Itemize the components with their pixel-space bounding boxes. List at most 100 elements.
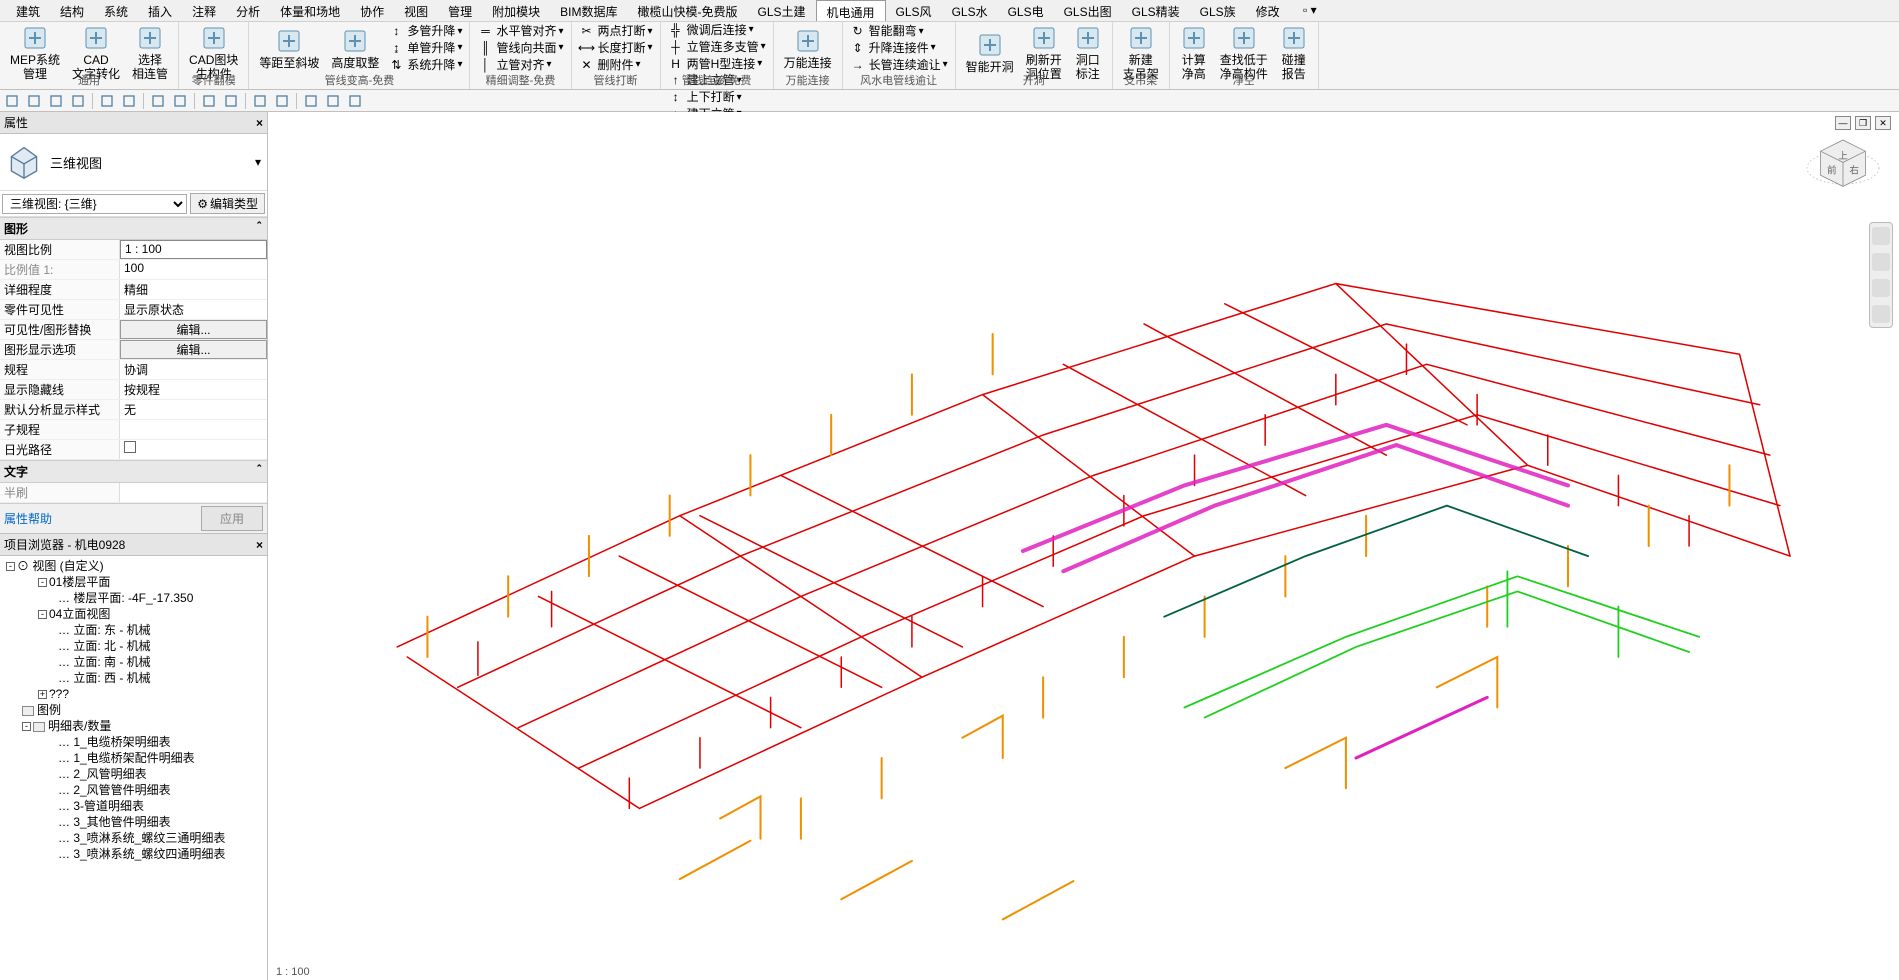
qat-hide-button[interactable]	[345, 92, 365, 110]
apply-button[interactable]: 应用	[201, 506, 263, 531]
qat-measure-button[interactable]	[97, 92, 117, 110]
menu-修改[interactable]: 修改	[1246, 0, 1290, 21]
height-button[interactable]: 高度取整	[325, 25, 385, 73]
menu-结构[interactable]: 结构	[50, 0, 94, 21]
multi-br-button[interactable]: ┼立管连多支管▾	[665, 39, 769, 56]
tree-root[interactable]: -⊙ 视图 (自定义)	[2, 558, 265, 574]
vert-align-button[interactable]: ║管线向共面▾	[474, 40, 566, 57]
smart-hole-button[interactable]: 智能开洞	[960, 29, 1020, 77]
menu-GLS出图[interactable]: GLS出图	[1054, 0, 1122, 21]
prop-value[interactable]: 100	[120, 260, 267, 279]
menu-GLS水[interactable]: GLS水	[942, 0, 998, 21]
element-type-box[interactable]: 三维视图 ▾	[0, 134, 267, 191]
prop-value[interactable]: 显示原状态	[120, 300, 267, 319]
menu-GLS族[interactable]: GLS族	[1190, 0, 1246, 21]
properties-help-link[interactable]: 属性帮助	[4, 510, 52, 527]
tree-leaf[interactable]: … 2_风管管件明细表	[2, 782, 265, 798]
prop-checkbox[interactable]	[120, 440, 267, 459]
nav-bar[interactable]	[1869, 222, 1893, 328]
prop-edit-button[interactable]: 编辑...	[120, 340, 267, 359]
len-br-button[interactable]: ⟷长度打断▾	[576, 40, 656, 57]
menu-体量和场地[interactable]: 体量和场地	[270, 0, 350, 21]
orbit-icon[interactable]	[1872, 305, 1890, 323]
tree-leaf[interactable]: … 3-管道明细表	[2, 798, 265, 814]
prop-value[interactable]: 协调	[120, 360, 267, 379]
menu-管理[interactable]: 管理	[438, 0, 482, 21]
qat-box-button[interactable]	[323, 92, 343, 110]
instance-selector[interactable]: 三维视图: {三维}	[2, 194, 187, 214]
menu-协作[interactable]: 协作	[350, 0, 394, 21]
tree-leaf[interactable]: … 3_其他管件明细表	[2, 814, 265, 830]
edit-type-button[interactable]: ⚙ 编辑类型	[190, 193, 265, 214]
multi-lift-button[interactable]: ↕多管升降▾	[385, 23, 465, 40]
viewcube[interactable]: 上 前 右	[1803, 124, 1883, 204]
collapse-icon[interactable]: -	[22, 722, 31, 731]
tree-leaf[interactable]: … 3_喷淋系统_螺纹三通明细表	[2, 830, 265, 846]
updown-v-button[interactable]: ↕上下打断▾	[665, 89, 769, 106]
menu-注释[interactable]: 注释	[182, 0, 226, 21]
qat-section-button[interactable]	[221, 92, 241, 110]
qat-grid-button[interactable]	[272, 92, 292, 110]
collapse-icon[interactable]: -	[38, 578, 47, 587]
menu-附加模块[interactable]: 附加模块	[482, 0, 550, 21]
close-icon[interactable]: ×	[256, 538, 263, 552]
menu-GLS精装[interactable]: GLS精装	[1122, 0, 1190, 21]
menu-overflow[interactable]: ▫ ▾	[1290, 0, 1327, 21]
eq-slope-button[interactable]: 等距至斜坡	[253, 25, 325, 73]
collapse-icon[interactable]: -	[6, 562, 15, 571]
fine-conn-button[interactable]: ╬微调后连接▾	[665, 22, 769, 39]
zoom-icon[interactable]	[1872, 279, 1890, 297]
prop-value[interactable]: 按规程	[120, 380, 267, 399]
menu-视图[interactable]: 视图	[394, 0, 438, 21]
qat-dim-button[interactable]	[148, 92, 168, 110]
tree-node[interactable]: 图例	[2, 702, 265, 718]
home-icon[interactable]	[1872, 227, 1890, 245]
qat-undo-button[interactable]	[46, 92, 66, 110]
collapse-icon[interactable]: -	[38, 610, 47, 619]
prop-category-图形[interactable]: 图形⌃	[0, 217, 267, 240]
tree-node[interactable]: -04立面视图	[2, 606, 265, 622]
chevron-down-icon[interactable]: ▾	[255, 155, 261, 169]
qat-filter-button[interactable]	[250, 92, 270, 110]
tree-leaf[interactable]: … 立面: 西 - 机械	[2, 670, 265, 686]
menu-BIM数据库[interactable]: BIM数据库	[550, 0, 627, 21]
menu-GLS风[interactable]: GLS风	[886, 0, 942, 21]
prop-value[interactable]: 精细	[120, 280, 267, 299]
qat-tag-button[interactable]	[199, 92, 219, 110]
qat-crop-button[interactable]	[301, 92, 321, 110]
tree-node[interactable]: +???	[2, 686, 265, 702]
menu-机电通用[interactable]: 机电通用	[816, 0, 886, 21]
tree-leaf[interactable]: … 立面: 南 - 机械	[2, 654, 265, 670]
tree-leaf[interactable]: … 1_电缆桥架配件明细表	[2, 750, 265, 766]
tree-leaf[interactable]: … 立面: 北 - 机械	[2, 638, 265, 654]
single-lift-button[interactable]: ↨单管升降▾	[385, 40, 465, 57]
h-align-button[interactable]: ═水平管对齐▾	[474, 23, 566, 40]
lift-conn-button[interactable]: ⇕升降连接件▾	[847, 40, 951, 57]
prop-value[interactable]	[120, 420, 267, 439]
menu-GLS电[interactable]: GLS电	[998, 0, 1054, 21]
tree-leaf[interactable]: … 3_喷淋系统_螺纹四通明细表	[2, 846, 265, 862]
univ-conn-button[interactable]: 万能连接	[778, 25, 838, 73]
menu-建筑[interactable]: 建筑	[6, 0, 50, 21]
qat-select-button[interactable]	[119, 92, 139, 110]
tree-node[interactable]: -01楼层平面	[2, 574, 265, 590]
menu-GLS土建[interactable]: GLS土建	[748, 0, 816, 21]
qat-save-button[interactable]	[24, 92, 44, 110]
expand-icon[interactable]: +	[38, 690, 47, 699]
qat-redo-button[interactable]	[68, 92, 88, 110]
tree-leaf[interactable]: … 楼层平面: -4F_-17.350	[2, 590, 265, 606]
prop-category-文字[interactable]: 文字⌃	[0, 460, 267, 483]
tree-leaf[interactable]: … 立面: 东 - 机械	[2, 622, 265, 638]
qat-open-button[interactable]	[2, 92, 22, 110]
prop-value[interactable]: 无	[120, 400, 267, 419]
pan-icon[interactable]	[1872, 253, 1890, 271]
smart-flip-button[interactable]: ↻智能翻弯▾	[847, 23, 951, 40]
prop-value[interactable]: 1 : 100	[120, 240, 267, 259]
two-h-button[interactable]: H两管H型连接▾	[665, 56, 769, 73]
prop-edit-button[interactable]: 编辑...	[120, 320, 267, 339]
menu-橄榄山快模-免费版[interactable]: 橄榄山快模-免费版	[628, 0, 748, 21]
qat-arc-button[interactable]	[170, 92, 190, 110]
viewport-3d[interactable]: — ❐ ✕	[268, 112, 1899, 980]
menu-系统[interactable]: 系统	[94, 0, 138, 21]
menu-插入[interactable]: 插入	[138, 0, 182, 21]
